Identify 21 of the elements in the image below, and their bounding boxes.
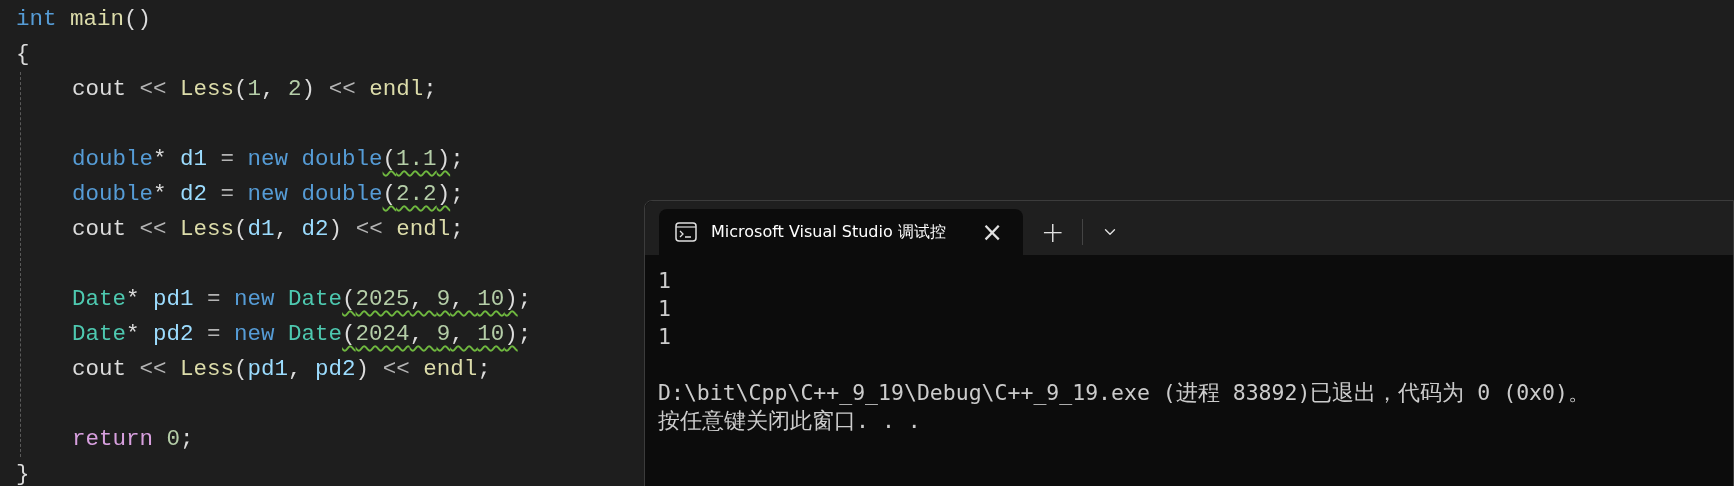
code-line: return 0; xyxy=(72,425,194,454)
close-button[interactable]: × xyxy=(975,219,1009,245)
tab-title: Microsoft Visual Studio 调试控 xyxy=(711,221,947,243)
output-line: 1 xyxy=(658,267,671,295)
terminal-tab[interactable]: Microsoft Visual Studio 调试控 × xyxy=(659,209,1023,255)
code-line: int main() xyxy=(16,5,152,34)
output-line: 1 xyxy=(658,295,671,323)
code-line: cout << Less(d1, d2) << endl; xyxy=(72,215,464,244)
console-message: 按任意键关闭此窗口. . . xyxy=(658,407,921,435)
code-line: double* d2 = new double(2.2); xyxy=(72,180,464,209)
console-icon xyxy=(675,222,697,242)
code-line: cout << Less(pd1, pd2) << endl; xyxy=(72,355,491,384)
code-line: } xyxy=(16,460,30,486)
code-line: Date* pd2 = new Date(2024, 9, 10); xyxy=(72,320,532,349)
code-line: cout << Less(1, 2) << endl; xyxy=(72,75,437,104)
new-tab-button[interactable]: + xyxy=(1031,209,1075,255)
code-line: { xyxy=(16,40,30,69)
console-message: D:\bit\Cpp\C++_9_19\Debug\C++_9_19.exe (进程 83892)已退出，代码为 0 (0x0)。 xyxy=(658,379,1590,407)
output-line: 1 xyxy=(658,323,671,351)
code-line: double* d1 = new double(1.1); xyxy=(72,145,464,174)
code-line: Date* pd1 = new Date(2025, 9, 10); xyxy=(72,285,532,314)
